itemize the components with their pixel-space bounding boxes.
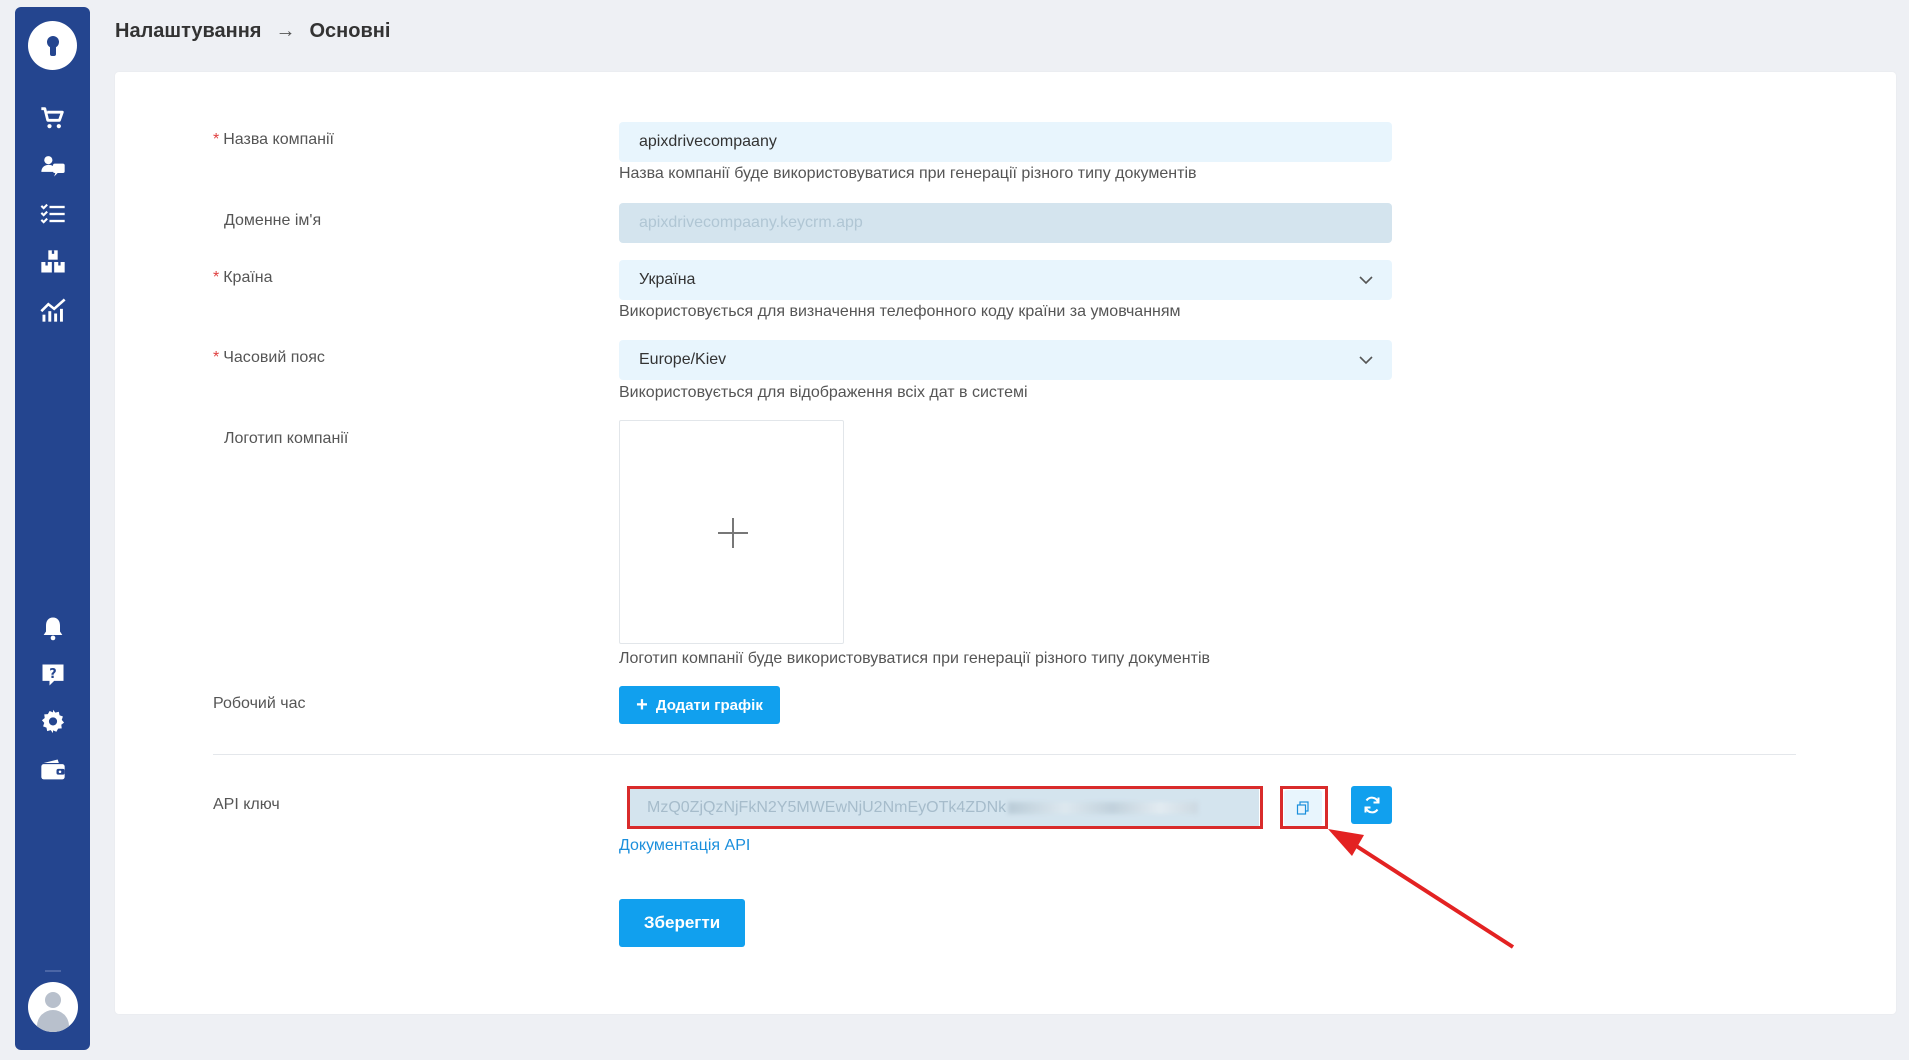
analytics-icon[interactable] [39, 296, 67, 324]
chevron-down-icon [1359, 276, 1373, 285]
working-hours-label: Робочий час [213, 695, 306, 712]
breadcrumb: Налаштування → Основні [115, 20, 390, 43]
timezone-select[interactable]: Europe/Kiev [619, 340, 1392, 380]
app-logo[interactable] [28, 21, 77, 70]
breadcrumb-arrow-icon: → [275, 20, 296, 42]
sidebar-separator [45, 970, 61, 972]
sidebar: ? [15, 7, 90, 1050]
divider [213, 754, 1796, 755]
domain-label: Доменне ім'я [224, 212, 322, 229]
timezone-label: * Часовий пояс [213, 349, 325, 366]
logo-upload[interactable] [619, 420, 844, 644]
refresh-icon [1364, 796, 1379, 814]
api-docs-link[interactable]: Документація API [619, 837, 750, 855]
help-icon[interactable]: ? [39, 661, 67, 689]
plus-icon: + [636, 694, 648, 716]
wallet-icon[interactable] [39, 756, 67, 784]
tasks-icon[interactable] [39, 200, 67, 228]
save-button[interactable]: Зберегти [619, 899, 745, 947]
contacts-icon[interactable] [39, 152, 67, 180]
svg-text:?: ? [49, 667, 56, 682]
company-name-label: * Назва компанії [213, 131, 334, 148]
domain-input: apixdrivecompaany.keycrm.app [619, 203, 1392, 243]
logo-label: Логотип компанії [224, 430, 349, 447]
logo-hint: Логотип компанії буде використовуватися … [619, 650, 1211, 667]
avatar[interactable] [28, 982, 78, 1032]
keyhole-stem [50, 45, 56, 56]
country-label: * Країна [213, 269, 273, 286]
page-title: Основні [309, 20, 391, 42]
cart-icon[interactable] [39, 104, 67, 132]
annotation-highlight-api-key [627, 786, 1263, 829]
company-name-hint: Назва компанії буде використовуватися пр… [619, 165, 1197, 182]
api-key-label: API ключ [213, 796, 280, 813]
bell-icon[interactable] [39, 614, 67, 642]
gear-icon[interactable] [39, 708, 67, 736]
settings-card: * Назва компанії apixdrivecompaany Назва … [115, 72, 1896, 1014]
country-hint: Використовується для визначення телефонн… [619, 303, 1181, 320]
chevron-down-icon [1359, 356, 1373, 365]
breadcrumb-parent[interactable]: Налаштування [115, 20, 261, 43]
annotation-highlight-copy-button [1280, 786, 1328, 829]
timezone-hint: Використовується для відображення всіх д… [619, 384, 1028, 401]
add-schedule-button[interactable]: + Додати графік [619, 686, 780, 724]
regenerate-api-key-button[interactable] [1351, 786, 1392, 824]
warehouse-icon[interactable] [39, 248, 67, 276]
company-name-input[interactable]: apixdrivecompaany [619, 122, 1392, 162]
country-select[interactable]: Україна [619, 260, 1392, 300]
